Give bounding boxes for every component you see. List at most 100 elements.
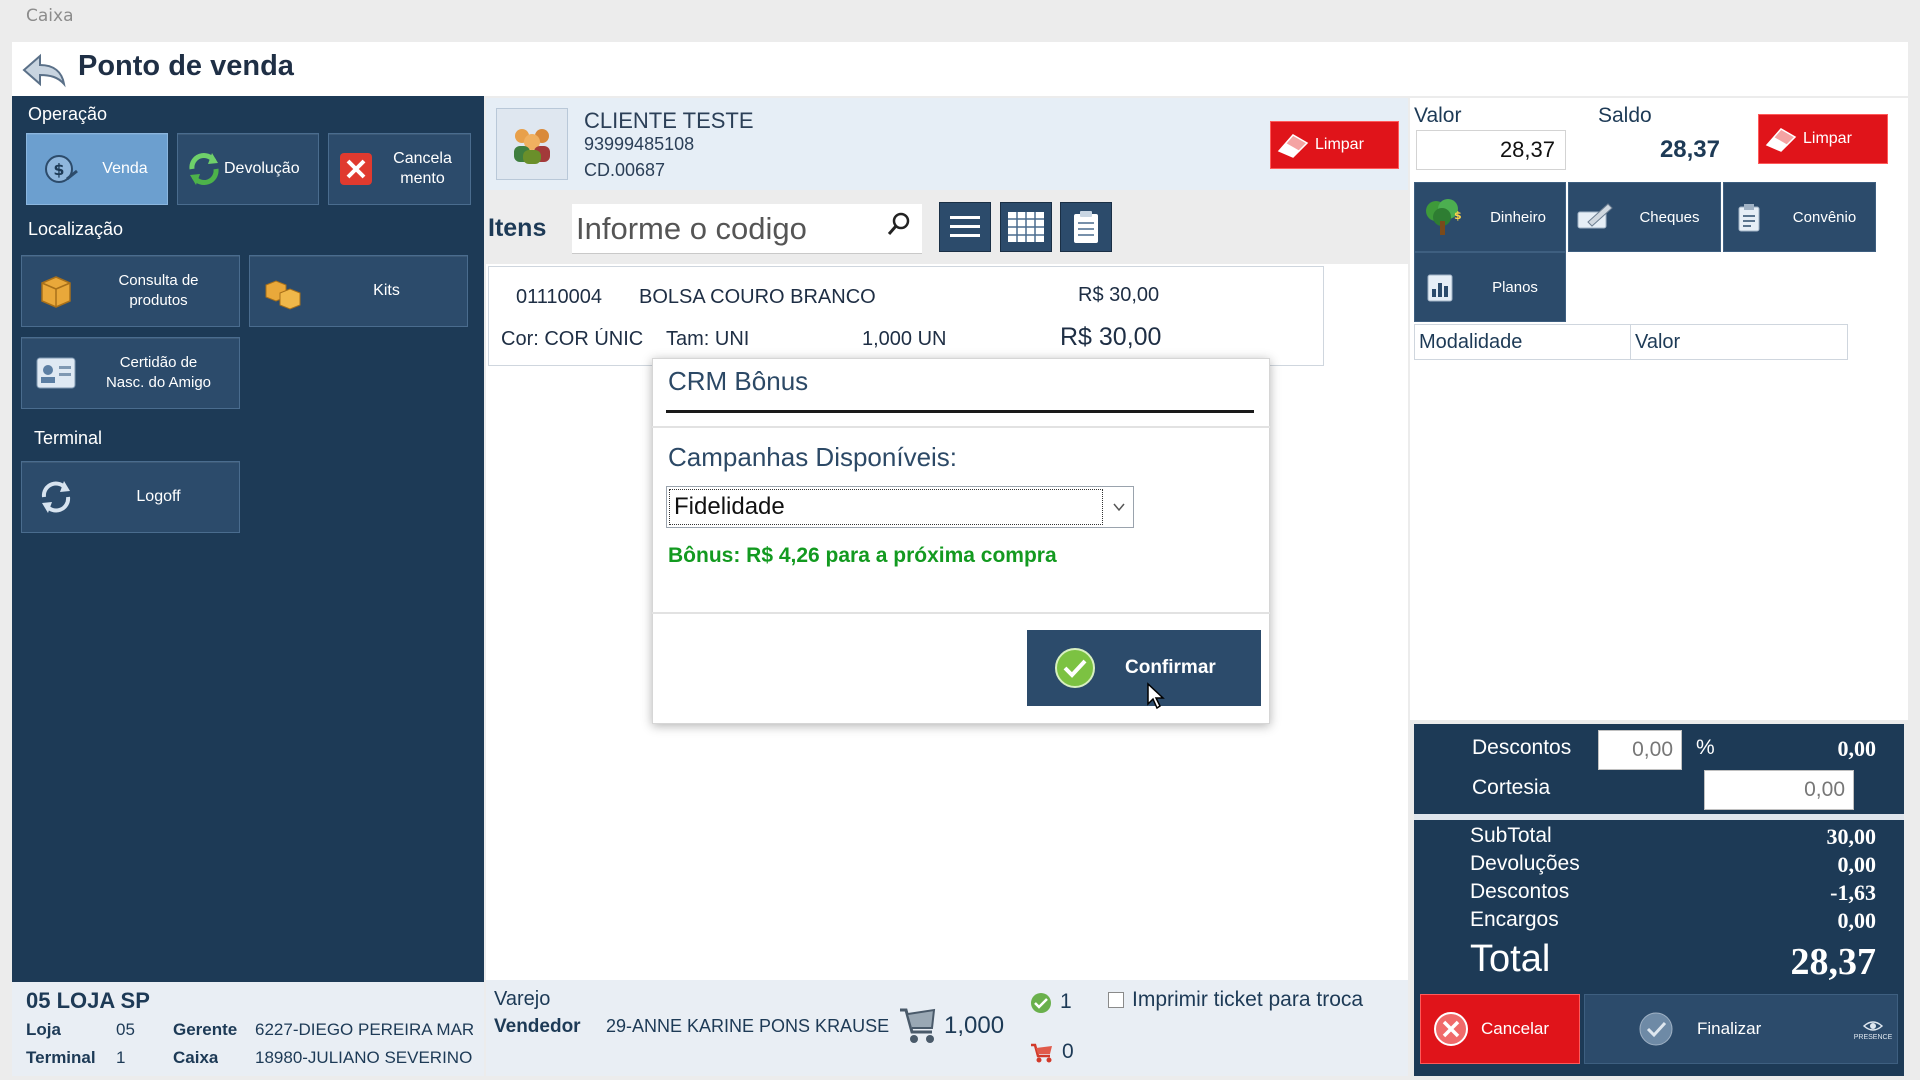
total-label: Total [1470, 938, 1551, 980]
clipboard-icon [1074, 211, 1098, 243]
campaign-select-value: Fidelidade [669, 489, 1103, 525]
dinheiro-label: Dinheiro [1490, 208, 1546, 226]
cancelar-button[interactable]: Cancelar [1420, 994, 1580, 1064]
saldo-value: 28,37 [1659, 136, 1720, 163]
column-modalidade: Modalidade [1415, 325, 1631, 359]
finalizar-button[interactable]: Finalizar PRESENCE [1584, 994, 1898, 1064]
gerente-value: 6227-DIEGO PEREIRA MAR [255, 1020, 473, 1039]
payments-table-header: Modalidade Valor [1414, 324, 1848, 360]
search-icon[interactable] [884, 210, 914, 240]
confirm-label: Confirmar [1125, 657, 1216, 678]
consulta-produtos-button[interactable]: Consulta de produtos [21, 255, 240, 327]
item-quantity: 1,000 UN [862, 328, 947, 350]
certidao-label: Certidão de Nasc. do Amigo [105, 354, 212, 391]
client-clear-label: Limpar [1315, 136, 1364, 153]
loja-label: Loja [26, 1020, 61, 1039]
descontos-total-label: Descontos [1470, 880, 1570, 903]
itens-label: Itens [488, 214, 547, 242]
cancelamento-label: Cancela mento [393, 150, 452, 187]
bonus-text: Bônus: R$ 4,26 para a próxima compra [668, 544, 1057, 567]
logoff-label: Logoff [136, 488, 181, 505]
caixa-label: Caixa [173, 1048, 219, 1067]
total-value: 28,37 [1790, 941, 1877, 983]
item-size: Tam: UNI [666, 328, 750, 350]
venda-label: Venda [102, 160, 148, 177]
subtotal-label: SubTotal [1470, 824, 1552, 847]
chevron-down-icon[interactable] [1111, 499, 1127, 515]
logoff-refresh-icon [34, 475, 78, 519]
item-unit-price: R$ 30,00 [1078, 284, 1160, 306]
money-tree-icon: $ [1415, 197, 1471, 237]
confirm-button[interactable]: Confirmar [1027, 630, 1261, 706]
terminal-value: 1 [116, 1048, 126, 1067]
list-view-button[interactable] [939, 202, 991, 252]
kits-button[interactable]: Kits [249, 255, 468, 327]
loja-value: 05 [116, 1020, 135, 1039]
descontos-result: 0,00 [1837, 736, 1877, 761]
client-clear-button[interactable]: Limpar [1270, 121, 1399, 169]
cortesia-input[interactable] [1704, 770, 1854, 810]
descontos-total-value: -1,63 [1830, 880, 1876, 905]
clipboard-doc-icon [1724, 201, 1774, 233]
check-icon [1027, 647, 1123, 689]
print-ticket-checkbox[interactable] [1108, 992, 1124, 1008]
cancel-x-icon [337, 147, 375, 191]
cancel-circle-icon [1421, 1010, 1481, 1048]
certidao-button[interactable]: Certidão de Nasc. do Amigo [21, 337, 240, 409]
client-code: CD.00687 [584, 160, 666, 180]
boxes-icon [262, 269, 306, 313]
vendedor-value: 29-ANNE KARINE PONS KRAUSE [606, 1016, 890, 1036]
consulta-produtos-label: Consulta de produtos [118, 272, 199, 309]
search-input[interactable] [572, 204, 872, 254]
eye-logo-icon [1862, 1020, 1884, 1031]
print-ticket-label[interactable]: Imprimir ticket para troca [1132, 988, 1363, 1012]
venda-button[interactable]: $ Venda [26, 133, 168, 205]
campaign-select[interactable]: Fidelidade [666, 486, 1134, 528]
logoff-button[interactable]: Logoff [21, 461, 240, 533]
section-label-operacao: Operação [28, 104, 108, 124]
list-item[interactable] [488, 266, 1324, 366]
item-color: Cor: COR ÚNIC [501, 328, 644, 350]
presence-logo-text: PRESENCE [1853, 1033, 1893, 1041]
people-icon [514, 129, 550, 164]
item-total: R$ 30,00 [1060, 323, 1162, 351]
dialog-title-underline [666, 410, 1254, 413]
cheques-button[interactable]: Cheques [1568, 182, 1721, 252]
convenio-button[interactable]: Convênio [1723, 182, 1876, 252]
back-arrow-icon[interactable] [20, 52, 68, 88]
valor-label: Valor [1414, 104, 1462, 127]
item-description: BOLSA COURO BRANCO [639, 286, 876, 308]
page-title: Ponto de venda [78, 50, 294, 82]
payment-clear-button[interactable]: Limpar [1758, 114, 1888, 164]
box-icon [34, 269, 78, 313]
shopping-cart-icon [898, 1004, 938, 1050]
client-avatar[interactable] [496, 108, 568, 180]
grid-view-button[interactable] [1000, 202, 1052, 252]
saldo-label: Saldo [1598, 104, 1652, 127]
cancelamento-button[interactable]: Cancela mento [328, 133, 471, 205]
clipboard-button[interactable] [1060, 202, 1112, 252]
list-icon [950, 216, 980, 237]
descontos-input[interactable] [1598, 730, 1682, 770]
convenio-label: Convênio [1792, 208, 1857, 226]
svg-text:$: $ [53, 160, 64, 179]
terminal-label: Terminal [26, 1048, 96, 1067]
encargos-label: Encargos [1470, 908, 1559, 931]
mouse-cursor-icon [1146, 682, 1166, 714]
totals-divider [1414, 814, 1904, 820]
eraser-icon [1759, 125, 1803, 153]
valor-input[interactable] [1416, 130, 1566, 170]
devolucao-label: Devolução [224, 160, 300, 177]
percent-symbol: % [1696, 736, 1715, 759]
planos-button[interactable]: Planos [1414, 252, 1566, 322]
cancelar-label: Cancelar [1481, 1019, 1550, 1038]
eraser-icon [1271, 131, 1315, 159]
devolucao-button[interactable]: Devolução [177, 133, 319, 205]
descontos-label: Descontos [1472, 736, 1572, 759]
store-name: 05 LOJA SP [26, 988, 150, 1013]
cheques-label: Cheques [1639, 208, 1700, 226]
caixa-value: 18980-JULIANO SEVERINO [255, 1048, 473, 1067]
pen-check-icon [1569, 200, 1619, 234]
planos-label: Planos [1492, 278, 1538, 296]
dinheiro-button[interactable]: $ Dinheiro [1414, 182, 1566, 252]
